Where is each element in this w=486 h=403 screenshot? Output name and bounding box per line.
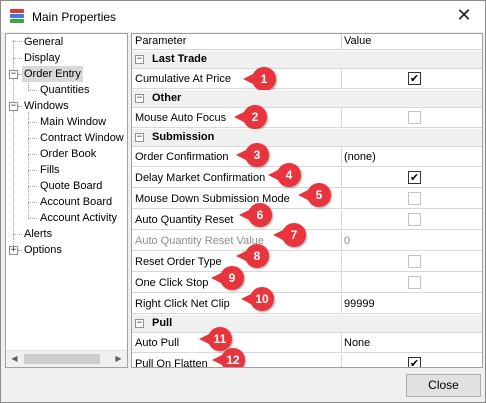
parameter-column-header: Parameter xyxy=(135,35,187,47)
row-mouse-auto-focus[interactable]: Mouse Auto Focus 2 xyxy=(132,105,482,129)
checkbox-checked[interactable]: ✔ xyxy=(408,72,421,85)
window-title: Main Properties xyxy=(32,10,117,24)
callout-badge: 4 xyxy=(268,163,301,187)
callout-badge: 8 xyxy=(236,244,269,268)
main-properties-window: Main Properties ✕ − − + General Display … xyxy=(0,0,486,403)
callout-badge: 11 xyxy=(199,327,232,351)
tree-item-general[interactable]: General xyxy=(22,34,65,50)
auto-pull-value[interactable]: None xyxy=(344,337,370,349)
callout-badge: 5 xyxy=(298,183,331,207)
tree-item-alerts[interactable]: Alerts xyxy=(22,226,54,242)
checkbox-unchecked[interactable] xyxy=(408,276,421,289)
callout-badge: 6 xyxy=(239,203,272,227)
row-auto-quantity-reset[interactable]: Auto Quantity Reset 6 xyxy=(132,203,482,230)
scroll-right-icon[interactable]: ▶ xyxy=(110,351,127,367)
scroll-left-icon[interactable]: ◀ xyxy=(6,351,23,367)
callout-badge: 10 xyxy=(241,287,274,311)
scroll-thumb[interactable] xyxy=(24,354,100,364)
callout-badge: 1 xyxy=(243,67,276,91)
checkbox-unchecked[interactable] xyxy=(408,192,421,205)
tree-item-options[interactable]: Options xyxy=(22,242,64,258)
row-right-click-net-clip[interactable]: Right Click Net Clip 99999 10 xyxy=(132,287,482,314)
category-last-trade[interactable]: − Last Trade xyxy=(132,51,482,69)
callout-badge: 12 xyxy=(212,348,245,367)
grid-header: Parameter Value xyxy=(132,34,482,50)
close-button[interactable]: Close xyxy=(406,374,481,397)
callout-badge: 9 xyxy=(211,266,244,290)
checkbox-unchecked[interactable] xyxy=(408,255,421,268)
tree-item-order-entry[interactable]: Order Entry xyxy=(22,66,83,82)
row-auto-pull[interactable]: Auto Pull None 11 xyxy=(132,327,482,353)
row-order-confirmation[interactable]: Order Confirmation (none) 3 xyxy=(132,143,482,167)
settings-tree[interactable]: − − + General Display Order Entry Quanti… xyxy=(5,33,128,368)
expand-order-entry-icon[interactable]: − xyxy=(9,70,18,79)
tree-item-account-activity[interactable]: Account Activity xyxy=(38,210,119,226)
category-pull[interactable]: − Pull xyxy=(132,315,482,333)
app-logo-icon xyxy=(10,9,24,24)
tree-item-display[interactable]: Display xyxy=(22,50,62,66)
checkbox-checked[interactable]: ✔ xyxy=(408,357,421,367)
collapse-icon[interactable]: − xyxy=(135,319,144,328)
title-bar[interactable]: Main Properties ✕ xyxy=(1,1,485,32)
expand-windows-icon[interactable]: − xyxy=(9,102,18,111)
row-cumulative-at-price[interactable]: Cumulative At Price ✔ 1 xyxy=(132,67,482,91)
row-reset-order-type[interactable]: Reset Order Type 8 xyxy=(132,244,482,272)
row-auto-quantity-reset-value[interactable]: Auto Quantity Reset Value 0 7 xyxy=(132,223,482,251)
collapse-icon[interactable]: − xyxy=(135,133,144,142)
row-pull-on-flatten[interactable]: Pull On Flatten ✔ 12 xyxy=(132,348,482,367)
tree-horizontal-scrollbar[interactable]: ◀ ▶ xyxy=(6,350,127,367)
row-delay-market-confirmation[interactable]: Delay Market Confirmation ✔ 4 xyxy=(132,163,482,188)
property-grid[interactable]: Parameter Value − Last Trade Cumulative … xyxy=(131,33,483,368)
row-one-click-stop[interactable]: One Click Stop 9 xyxy=(132,266,482,293)
category-other[interactable]: − Other xyxy=(132,90,482,108)
collapse-icon[interactable]: − xyxy=(135,55,144,64)
tree-item-windows[interactable]: Windows xyxy=(22,98,71,114)
tree-item-main-window[interactable]: Main Window xyxy=(38,114,108,130)
tree-item-quote-board[interactable]: Quote Board xyxy=(38,178,104,194)
close-icon[interactable]: ✕ xyxy=(451,4,477,28)
tree-item-order-book[interactable]: Order Book xyxy=(38,146,98,162)
row-mouse-down-submission-mode[interactable]: Mouse Down Submission Mode 5 xyxy=(132,183,482,209)
tree-item-fills[interactable]: Fills xyxy=(38,162,62,178)
right-click-net-clip-value[interactable]: 99999 xyxy=(344,298,375,310)
tree-item-quantities[interactable]: Quantities xyxy=(38,82,92,98)
tree-item-contract-window[interactable]: Contract Window xyxy=(38,130,126,146)
category-submission[interactable]: − Submission xyxy=(132,129,482,147)
checkbox-unchecked[interactable] xyxy=(408,213,421,226)
expand-options-icon[interactable]: + xyxy=(9,246,18,255)
collapse-icon[interactable]: − xyxy=(135,94,144,103)
value-column-header: Value xyxy=(344,35,372,47)
tree-item-account-board[interactable]: Account Board xyxy=(38,194,114,210)
checkbox-checked[interactable]: ✔ xyxy=(408,171,421,184)
auto-quantity-reset-value[interactable]: 0 xyxy=(344,235,350,247)
order-confirmation-value[interactable]: (none) xyxy=(344,151,376,163)
checkbox-unchecked[interactable] xyxy=(408,111,421,124)
callout-badge: 3 xyxy=(236,143,269,167)
callout-badge: 2 xyxy=(234,105,267,129)
callout-badge: 7 xyxy=(273,223,306,247)
